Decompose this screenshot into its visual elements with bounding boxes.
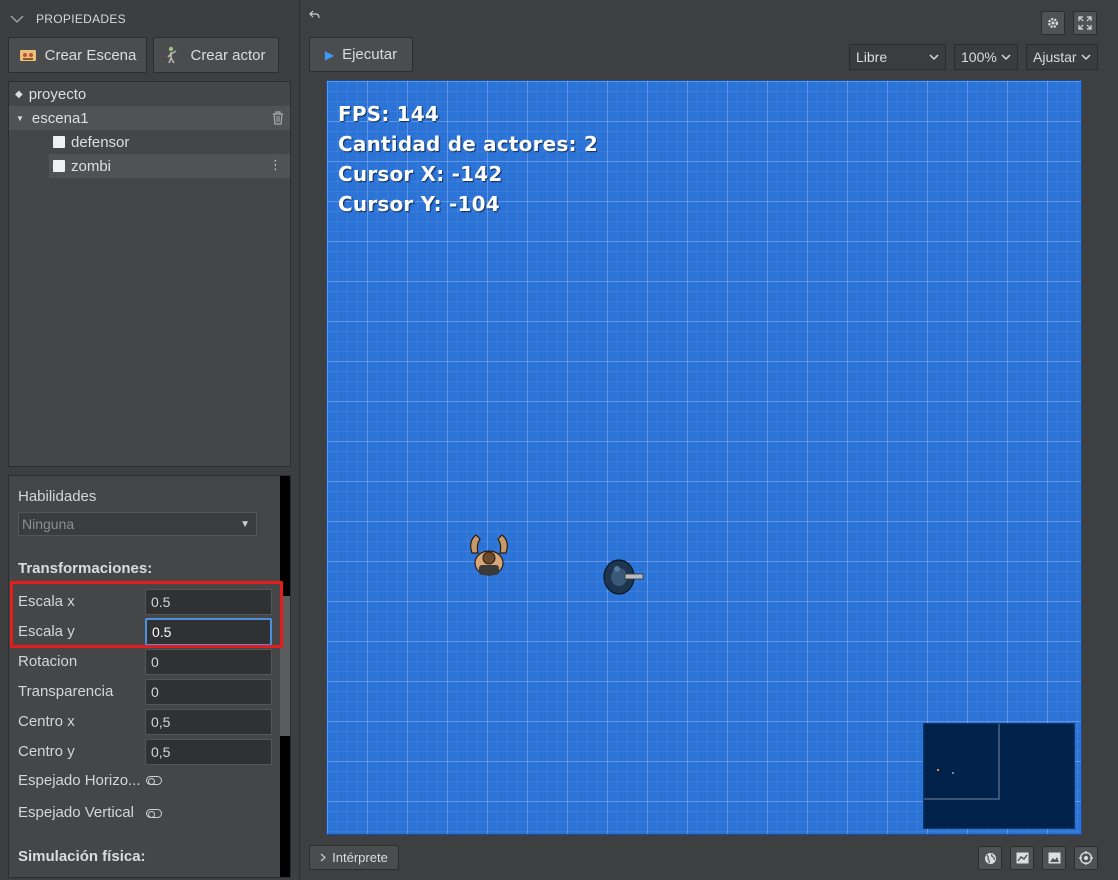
tree-item-actor[interactable]: zombi ⋮ (49, 154, 290, 178)
physics-header: Simulación física: (18, 848, 146, 865)
crosshair-button[interactable] (1074, 846, 1098, 870)
field-label: Centro x (18, 713, 75, 730)
fit-select[interactable]: Ajustar (1026, 44, 1098, 70)
minimap[interactable] (923, 723, 1075, 829)
minimap-actor-dot (937, 769, 939, 771)
play-icon: ▶ (324, 47, 335, 62)
image-button[interactable] (1042, 846, 1066, 870)
zombie-sprite[interactable] (464, 531, 514, 581)
create-actor-button[interactable]: Crear actor (153, 37, 279, 73)
globe-icon (984, 852, 996, 864)
mirror-v-toggle[interactable] (146, 809, 162, 818)
center-y-input[interactable]: 0,5 (145, 739, 272, 765)
chevron-down-icon (10, 15, 24, 23)
image-icon (1048, 852, 1060, 864)
chevron-down-icon (1001, 54, 1011, 60)
editor-area: ▶ Ejecutar Libre 100% Ajustar FPS: 144 C… (301, 0, 1118, 880)
triangle-down-icon: ▼ (16, 113, 24, 123)
game-canvas[interactable]: FPS: 144 Cantidad de actores: 2 Cursor X… (326, 80, 1082, 835)
chevron-down-icon: ▼ (240, 518, 250, 530)
hud-fps: FPS: 144 (338, 102, 440, 126)
chart-button[interactable] (1010, 846, 1034, 870)
tree-item-project[interactable]: ◆ proyecto (9, 82, 290, 106)
fullscreen-icon (1078, 16, 1092, 30)
field-label: Centro y (18, 743, 75, 760)
diamond-icon: ◆ (15, 88, 23, 100)
minimap-viewport[interactable] (924, 724, 1000, 800)
settings-button[interactable] (1041, 11, 1065, 35)
minimap-actor-dot (952, 772, 954, 774)
mirror-v-label: Espejado Vertical (18, 804, 134, 821)
highlight-box (10, 581, 283, 648)
panel-title: PROPIEDADES (36, 12, 126, 26)
hud-actor-count: Cantidad de actores: 2 (338, 132, 599, 156)
hud-cursor-y: Cursor Y: -104 (338, 192, 500, 216)
scene-tree: ◆ proyecto ▼ escena1 defensor zombi ⋮ (8, 81, 291, 467)
chart-icon (1016, 852, 1028, 864)
properties-header[interactable]: PROPIEDADES (0, 0, 300, 38)
fullscreen-button[interactable] (1073, 11, 1097, 35)
tree-item-scene[interactable]: ▼ escena1 (9, 106, 290, 130)
undo-icon[interactable] (309, 10, 321, 20)
habilidades-label: Habilidades (18, 488, 97, 505)
defender-sprite[interactable] (599, 557, 647, 597)
center-x-input[interactable]: 0,5 (145, 709, 272, 735)
run-button[interactable]: ▶ Ejecutar (309, 37, 413, 72)
trash-icon[interactable] (272, 111, 284, 125)
interpreter-button[interactable]: Intérprete (309, 845, 399, 870)
transform-header: Transformaciones: (18, 560, 153, 577)
habilidades-select[interactable]: Ninguna ▼ (18, 512, 257, 536)
kebab-icon[interactable]: ⋮ (269, 157, 282, 173)
create-scene-button[interactable]: Crear Escena (8, 37, 147, 73)
field-label: Transparencia (18, 683, 114, 700)
globe-button[interactable] (978, 846, 1002, 870)
transparency-input[interactable]: 0 (145, 679, 272, 705)
tree-item-actor[interactable]: defensor (9, 130, 290, 154)
gear-icon (1048, 18, 1058, 28)
actor-checkbox[interactable] (53, 160, 65, 172)
properties-inspector: Habilidades Ninguna ▼ Transformaciones: … (8, 475, 291, 878)
scrollbar[interactable] (280, 476, 290, 877)
chevron-right-icon (320, 853, 327, 862)
camera-mode-select[interactable]: Libre (849, 44, 946, 70)
rotation-input[interactable]: 0 (145, 649, 272, 675)
zoom-select[interactable]: 100% (954, 44, 1018, 70)
crosshair-icon (1079, 851, 1093, 865)
hud-cursor-x: Cursor X: -142 (338, 162, 503, 186)
left-panel: PROPIEDADES Crear Escena Crear actor ◆ p… (0, 0, 300, 880)
field-label: Rotacion (18, 653, 78, 670)
mirror-h-toggle[interactable] (146, 776, 162, 785)
scene-icon (19, 50, 36, 61)
actor-icon (167, 46, 177, 64)
chevron-down-icon (1081, 54, 1091, 60)
actor-checkbox[interactable] (53, 136, 65, 148)
mirror-h-label: Espejado Horizo... (18, 772, 141, 789)
chevron-down-icon (929, 54, 939, 60)
